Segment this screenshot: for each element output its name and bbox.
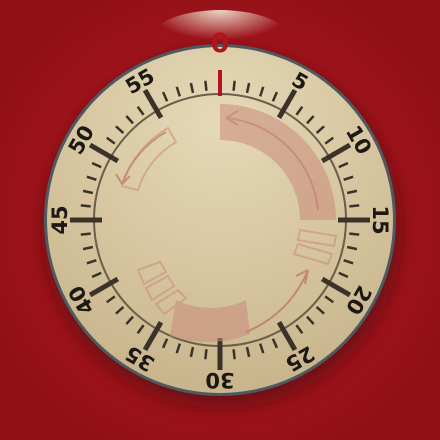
minor-tick bbox=[80, 204, 91, 208]
minor-tick bbox=[349, 204, 360, 208]
minute-label-15: 15 bbox=[368, 205, 392, 234]
minor-tick bbox=[232, 80, 236, 91]
pointer-icon bbox=[218, 70, 222, 96]
timer-app: 5 10 15 20 25 30 35 40 45 50 55 0 bbox=[0, 0, 440, 440]
selected-minute-label: 0 bbox=[211, 28, 230, 59]
minute-label-45: 45 bbox=[48, 205, 72, 234]
minor-tick bbox=[349, 232, 360, 236]
minor-tick bbox=[204, 80, 208, 91]
minute-label-30: 30 bbox=[205, 368, 234, 392]
minor-tick bbox=[232, 349, 236, 360]
minor-tick bbox=[80, 232, 91, 236]
minor-tick bbox=[204, 349, 208, 360]
timer-dial-canvas: 510152025303540455055 0 bbox=[0, 0, 440, 440]
